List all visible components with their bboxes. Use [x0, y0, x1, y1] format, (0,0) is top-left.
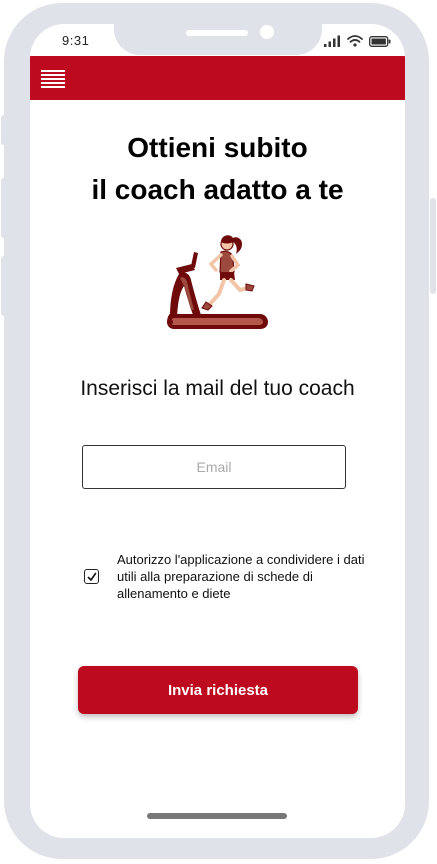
phone-power-button	[430, 198, 436, 294]
status-time: 9:31	[62, 33, 90, 48]
hamburger-menu-icon[interactable]	[41, 70, 65, 88]
notch	[114, 24, 322, 55]
camera	[260, 25, 274, 39]
treadmill-runner-illustration	[167, 235, 268, 329]
wifi-icon	[347, 35, 363, 47]
email-field[interactable]	[82, 445, 346, 489]
app-bar	[30, 56, 405, 100]
phone-screen: 9:31 Ottieni subito il coach adatto a te	[30, 24, 405, 838]
phone-volume-down-button	[1, 256, 7, 316]
speaker	[186, 30, 248, 36]
page-title-line-1: Ottieni subito	[127, 132, 308, 163]
page-title-line-2: il coach adatto a te	[91, 174, 344, 205]
consent-checkbox[interactable]	[84, 569, 99, 584]
submit-request-button[interactable]: Invia richiesta	[78, 666, 358, 714]
cellular-signal-icon	[324, 35, 340, 47]
page-title: Ottieni subito il coach adatto a te	[30, 127, 405, 211]
coach-email-prompt: Inserisci la mail del tuo coach	[80, 377, 355, 400]
consent-text: Autorizzo l'applicazione a condividere i…	[117, 552, 365, 601]
status-icons	[324, 34, 391, 48]
battery-icon	[369, 35, 391, 47]
phone-volume-up-button	[1, 178, 7, 238]
checkmark-icon	[87, 572, 96, 581]
phone-side-button	[1, 115, 7, 145]
home-indicator[interactable]	[147, 813, 287, 819]
